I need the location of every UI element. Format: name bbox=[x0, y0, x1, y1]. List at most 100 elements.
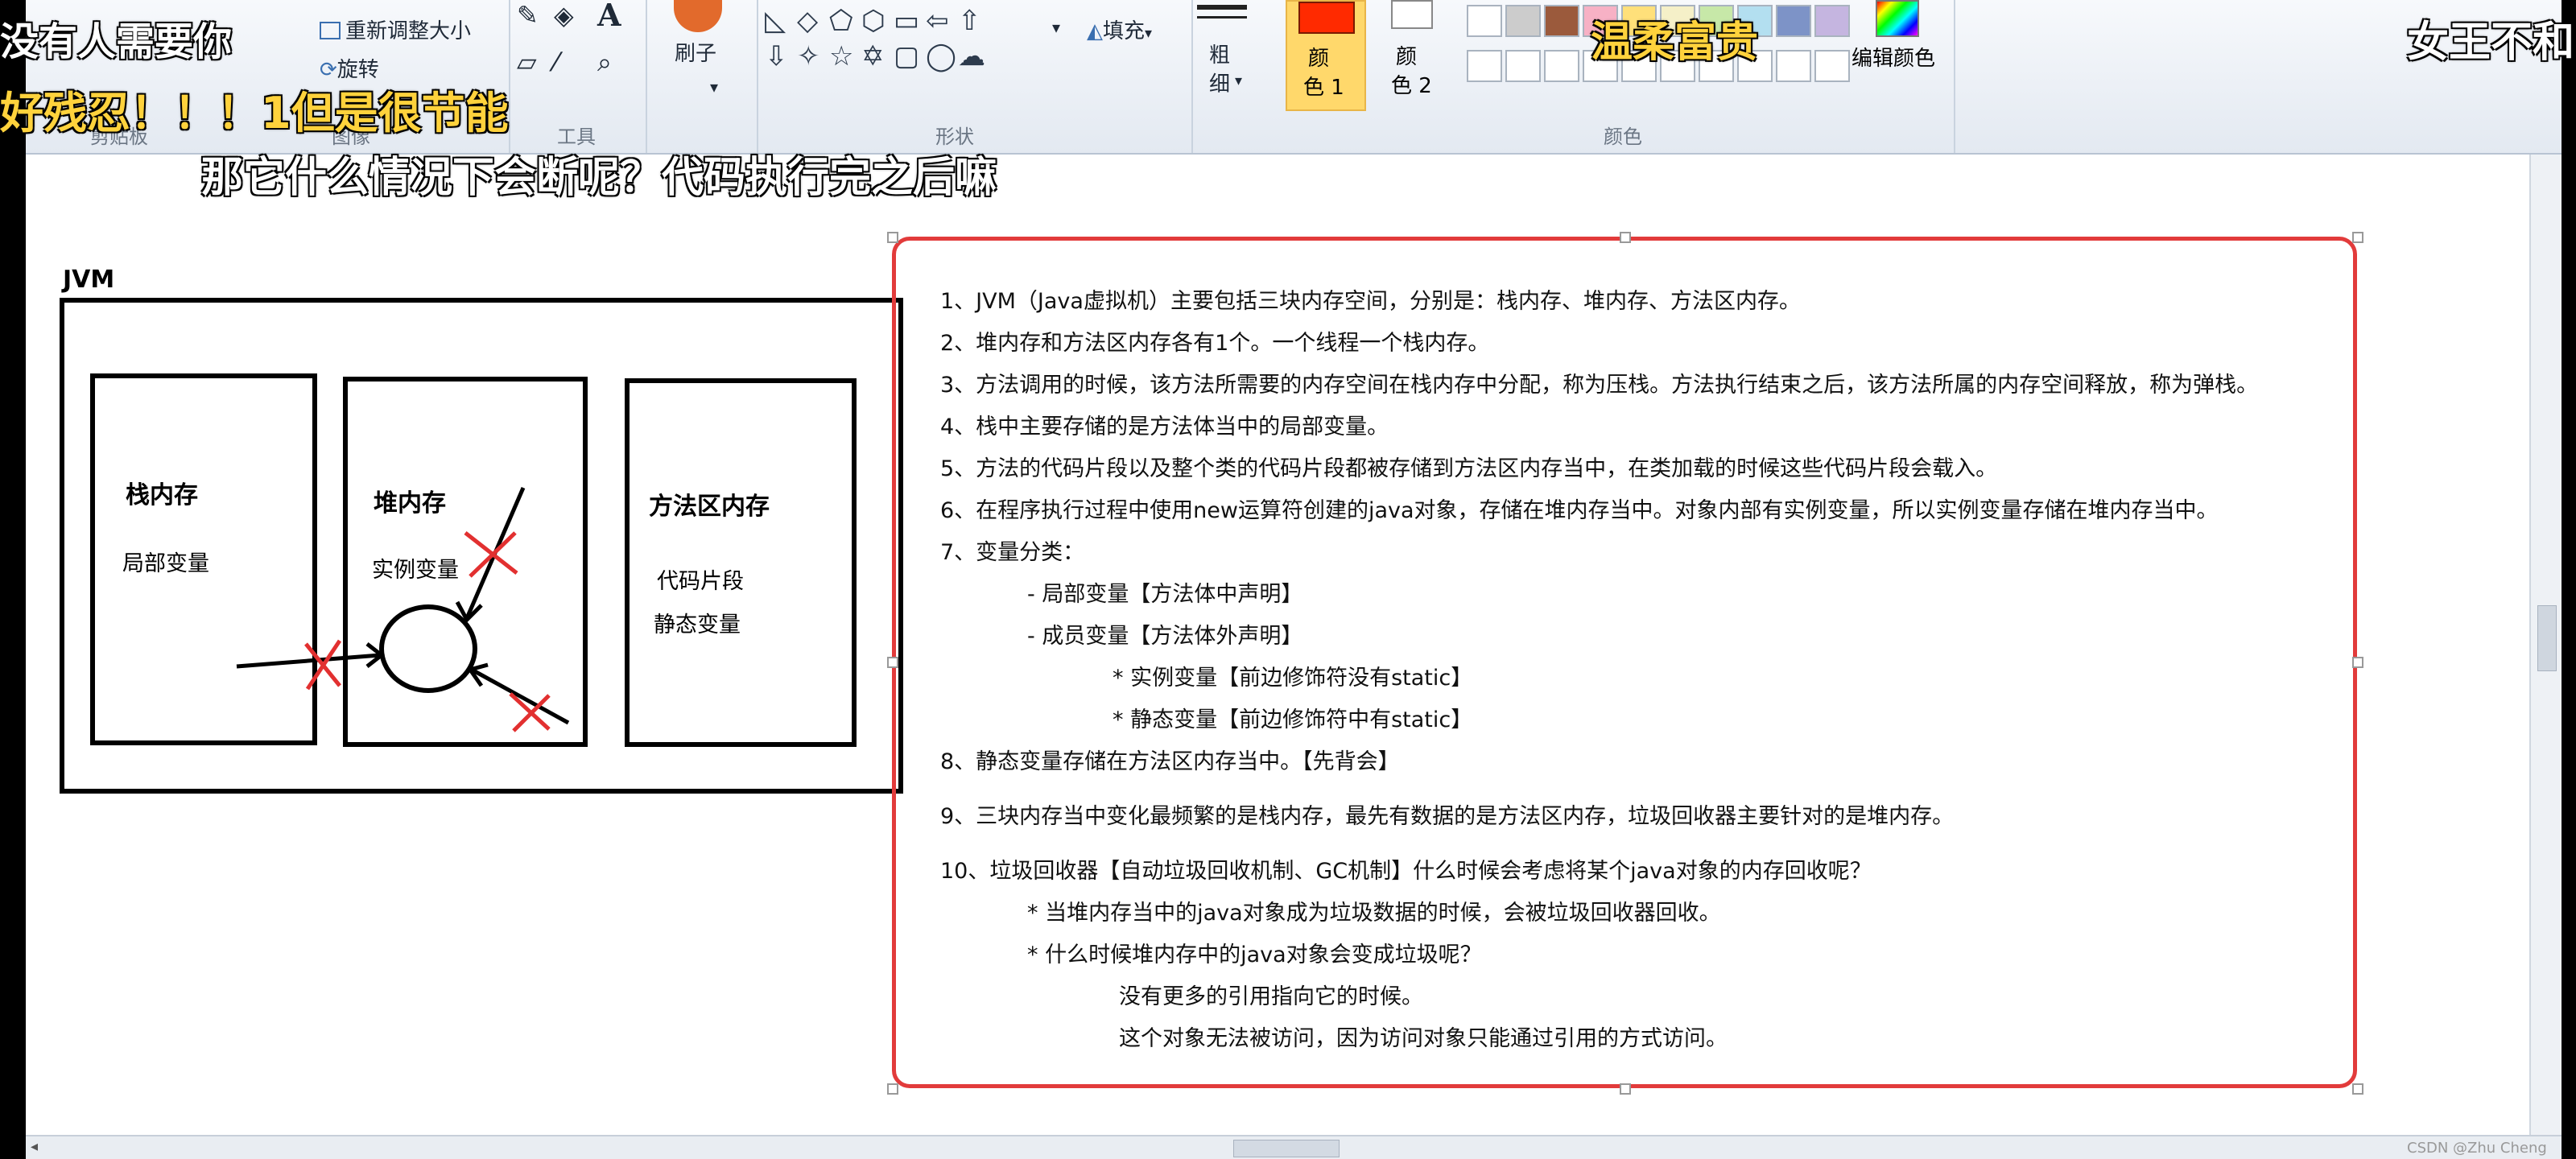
callout-oval-shape-icon[interactable]: ◯ bbox=[926, 40, 956, 72]
palette-swatch[interactable] bbox=[1814, 5, 1850, 37]
note-line-7: 7、变量分类： bbox=[940, 540, 1085, 565]
note-line-9: 9、三块内存当中变化最频繁的是栈内存，最先有数据的是方法区内存，垃圾回收器主要针… bbox=[940, 804, 1955, 829]
fill-tool[interactable]: ◈ bbox=[554, 0, 574, 31]
palette-swatch[interactable] bbox=[1505, 5, 1541, 37]
note-line-10b: * 什么时候堆内存中的java对象会变成垃圾呢？ bbox=[1027, 942, 1482, 967]
overlay-comment-1: 没有人需要你 bbox=[0, 19, 233, 64]
object-circle bbox=[379, 604, 477, 693]
overlay-comment-2: 好残忍！！！1但是很节能 bbox=[0, 88, 509, 138]
color2-label-top: 颜 bbox=[1396, 45, 1418, 69]
arrow-up-shape-icon[interactable]: ⇧ bbox=[958, 5, 981, 37]
triangle-shape-icon[interactable]: ◺ bbox=[765, 5, 786, 37]
palette-swatch[interactable] bbox=[1467, 5, 1502, 37]
diamond-shape-icon[interactable]: ◇ bbox=[797, 5, 818, 37]
overlay-comment-3: 那它什么情况下会断呢？代码执行完之后嘛 bbox=[201, 154, 997, 202]
brush-icon[interactable] bbox=[674, 0, 722, 32]
color1-button[interactable]: 颜 色 1 bbox=[1286, 0, 1366, 111]
stack-reference-arrow bbox=[236, 653, 381, 669]
cross-mark-icon bbox=[464, 531, 518, 578]
resize-handle[interactable] bbox=[887, 1083, 898, 1095]
magnifier-icon: ⌕ bbox=[597, 47, 612, 77]
resize-label: 重新调整大小 bbox=[345, 19, 472, 43]
note-line-10: 10、垃圾回收器【自动垃圾回收机制、GC机制】什么时候会考虑将某个java对象的… bbox=[940, 859, 1872, 884]
diagram-drawing bbox=[236, 487, 570, 732]
resize-handle[interactable] bbox=[887, 232, 898, 243]
ribbon-separator bbox=[646, 0, 647, 153]
note-line-7b: - 成员变量【方法体外声明】 bbox=[1027, 624, 1303, 649]
color2-button[interactable]: 颜 色 2 bbox=[1378, 0, 1459, 111]
resize-handle[interactable] bbox=[1620, 1083, 1631, 1095]
cross-mark-icon bbox=[304, 639, 342, 691]
eraser-icon: ▱ bbox=[517, 47, 537, 77]
color1-label-bottom: 色 1 bbox=[1303, 76, 1344, 100]
note-line-4: 4、栈中主要存储的是方法体当中的局部变量。 bbox=[940, 415, 1389, 439]
note-line-5: 5、方法的代码片段以及整个类的代码片段都被存储到方法区内存当中，在类加载的时候这… bbox=[940, 456, 1998, 481]
size-label-top: 粗 bbox=[1209, 43, 1231, 68]
arrow-left-shape-icon[interactable]: ⇦ bbox=[926, 5, 949, 37]
rainbow-icon bbox=[1876, 0, 1919, 37]
color1-label-top: 颜 bbox=[1308, 47, 1330, 71]
resize-button[interactable]: 重新调整大小 bbox=[320, 14, 471, 44]
note-line-1: 1、JVM（Java虚拟机）主要包括三块内存空间，分别是：栈内存、堆内存、方法区… bbox=[940, 289, 1801, 314]
color2-label-bottom: 色 2 bbox=[1391, 74, 1432, 98]
palette-swatch[interactable] bbox=[1776, 50, 1811, 82]
fill-button[interactable]: ◭填充▾ bbox=[1087, 14, 1152, 44]
resize-handle[interactable] bbox=[2352, 232, 2363, 243]
resize-handle[interactable] bbox=[2352, 657, 2363, 668]
star6-shape-icon[interactable]: ✡ bbox=[861, 40, 885, 72]
arrow-down-shape-icon[interactable]: ⇩ bbox=[765, 40, 788, 72]
color-picker-tool[interactable]: ⁄ bbox=[554, 47, 558, 77]
group-label-colors: 颜色 bbox=[1604, 126, 1642, 148]
vertical-scroll-thumb[interactable] bbox=[2537, 605, 2557, 671]
horizontal-scroll-thumb[interactable] bbox=[1233, 1140, 1340, 1157]
fill-label: 填充 bbox=[1103, 19, 1146, 43]
ribbon-separator bbox=[1954, 0, 1955, 153]
canvas[interactable]: JVM 栈内存 局部变量 堆内存 实例变量 方法区内存 代码片段 静态变量 1、… bbox=[26, 155, 2529, 1135]
note-line-7b1: * 实例变量【前边修饰符没有static】 bbox=[1113, 666, 1473, 691]
chevron-down-icon[interactable]: ▾ bbox=[710, 77, 718, 97]
star4-shape-icon[interactable]: ✧ bbox=[797, 40, 820, 72]
rounded-rect-shape-icon[interactable]: ▭ bbox=[894, 5, 919, 37]
size-label-bottom: 细 bbox=[1209, 72, 1231, 97]
note-line-3: 3、方法调用的时候，该方法所需要的内存空间在栈内存中分配，称为压栈。方法执行结束… bbox=[940, 373, 2259, 398]
hexagon-shape-icon[interactable]: ⬡ bbox=[861, 5, 886, 37]
size-line-icon bbox=[1197, 5, 1247, 10]
overlay-comment-4: 温柔富贵 bbox=[1591, 19, 1759, 67]
resize-handle[interactable] bbox=[1620, 232, 1631, 243]
palette-swatch[interactable] bbox=[1814, 50, 1850, 82]
palette-swatch[interactable] bbox=[1544, 5, 1579, 37]
note-line-7b2: * 静态变量【前边修饰符中有static】 bbox=[1113, 707, 1473, 732]
palette-swatch[interactable] bbox=[1544, 50, 1579, 82]
palette-swatch[interactable] bbox=[1467, 50, 1502, 82]
edit-colors-button[interactable]: 编辑颜色 bbox=[1852, 0, 1940, 113]
star5-shape-icon[interactable]: ☆ bbox=[829, 40, 853, 72]
note-line-10b1: 没有更多的引用指向它的时候。 bbox=[1119, 984, 1423, 1009]
note-line-10a: * 当堆内存当中的java对象成为垃圾数据的时候，会被垃圾回收器回收。 bbox=[1027, 901, 1721, 926]
edit-colors-label: 编辑颜色 bbox=[1852, 47, 1936, 71]
ribbon-separator bbox=[1191, 0, 1193, 153]
scroll-left-icon[interactable]: ◂ bbox=[31, 1138, 38, 1155]
note-line-10b2: 这个对象无法被访问，因为访问对象只能通过引用的方式访问。 bbox=[1119, 1026, 1728, 1051]
gallery-more-icon[interactable]: ▾ bbox=[1052, 18, 1060, 37]
eraser-tool[interactable]: ▱ bbox=[517, 47, 537, 77]
chevron-down-icon: ▾ bbox=[1145, 25, 1153, 42]
bucket-icon: ◈ bbox=[554, 0, 574, 31]
vertical-scrollbar[interactable] bbox=[2529, 155, 2562, 1135]
pencil-tool[interactable]: ✎ bbox=[517, 0, 539, 31]
callout-rect-shape-icon[interactable]: ▢ bbox=[894, 40, 919, 72]
ribbon-separator bbox=[757, 0, 758, 153]
palette-swatch[interactable] bbox=[1505, 50, 1541, 82]
watermark: CSDN @Zhu Cheng bbox=[2407, 1140, 2547, 1157]
resize-handle[interactable] bbox=[887, 657, 898, 668]
pentagon-shape-icon[interactable]: ⬠ bbox=[829, 5, 853, 37]
horizontal-scrollbar[interactable]: ◂ CSDN @Zhu Cheng bbox=[26, 1135, 2562, 1159]
palette-swatch[interactable] bbox=[1776, 5, 1811, 37]
cloud-shape-icon[interactable]: ☁ bbox=[958, 40, 985, 72]
text-tool[interactable]: A bbox=[597, 0, 621, 33]
brush-button[interactable]: 刷子 bbox=[675, 37, 716, 67]
size-line-icon bbox=[1197, 16, 1247, 19]
resize-handle[interactable] bbox=[2352, 1083, 2363, 1095]
ribbon-separator bbox=[509, 0, 510, 153]
magnifier-tool[interactable]: ⌕ bbox=[597, 47, 612, 78]
reference-arrow-bottom bbox=[470, 667, 570, 725]
